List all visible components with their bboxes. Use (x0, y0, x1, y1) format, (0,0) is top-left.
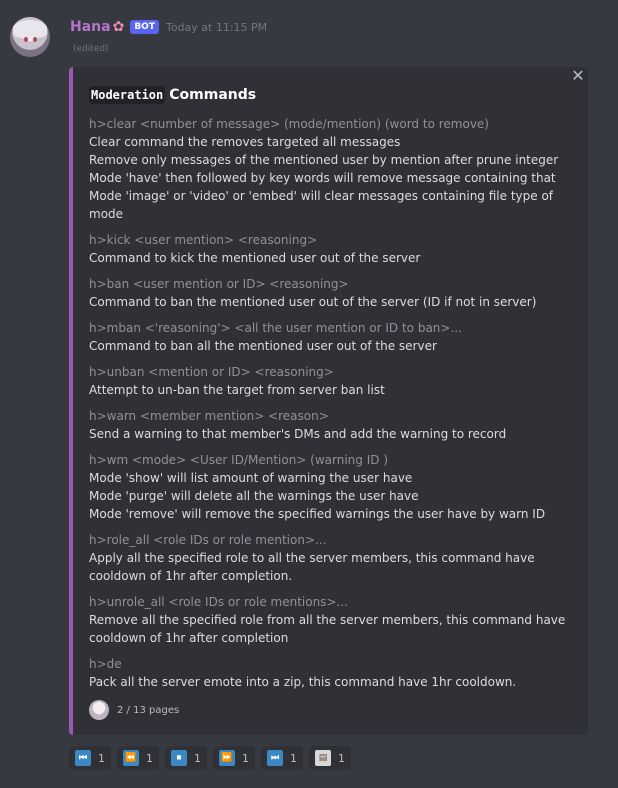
avatar-hair (13, 20, 47, 38)
field-value: Clear command the removes targeted all m… (89, 135, 559, 221)
field-value: Remove all the specified role from all t… (89, 613, 566, 645)
reaction-count: 1 (98, 751, 105, 765)
timestamp: Today at 11:15 PM (165, 20, 268, 34)
embed-title-text: Commands (169, 87, 257, 103)
field-value: Apply all the specified role to all the … (89, 551, 535, 583)
embed-title: Moderation Commands (89, 86, 257, 104)
field-name: h>role_all <role IDs or role mention>... (89, 533, 327, 547)
embed-field: h>kick <user mention> <reasoning> Command… (89, 231, 579, 267)
flower-icon: ✿ (112, 19, 125, 35)
embed-field: h>ban <user mention or ID> <reasoning> Co… (89, 275, 579, 311)
field-value: Command to ban all the mentioned user ou… (89, 339, 437, 353)
first-page-icon: ⏮ (75, 750, 91, 766)
embed-field: h>warn <member mention> <reason> Send a w… (89, 407, 579, 443)
username[interactable]: Hana (70, 19, 111, 35)
embed-field: h>de Pack all the server emote into a zip… (89, 655, 579, 691)
bot-badge: BOT (130, 20, 159, 34)
reaction-count: 1 (338, 751, 345, 765)
embed-field: h>mban <'reasoning'> <all the user menti… (89, 319, 579, 355)
clipboard-icon: ▤ (315, 750, 331, 766)
page-indicator: 2 / 13 pages (117, 704, 180, 716)
field-name: h>warn <member mention> <reason> (89, 409, 329, 423)
embed-field: h>unban <mention or ID> <reasoning> Attem… (89, 363, 579, 399)
embed-fields: h>clear <number of message> (mode/mentio… (89, 115, 579, 699)
next-page-icon: ⏩ (219, 750, 235, 766)
field-value: Command to ban the mentioned user out of… (89, 295, 537, 309)
message-header: Hana ✿ BOT Today at 11:15 PM (70, 17, 267, 37)
field-name: h>kick <user mention> <reasoning> (89, 233, 318, 247)
field-name: h>unrole_all <role IDs or role mentions>… (89, 595, 348, 609)
embed-field: h>unrole_all <role IDs or role mentions>… (89, 593, 579, 647)
close-icon[interactable]: ✕ (567, 65, 589, 87)
reaction-first-page[interactable]: ⏮ 1 (69, 746, 111, 770)
edited-label: (edited) (73, 44, 109, 54)
field-value: Pack all the server emote into a zip, th… (89, 675, 517, 689)
reaction-clipboard[interactable]: ▤ 1 (309, 746, 351, 770)
reaction-next-page[interactable]: ⏩ 1 (213, 746, 255, 770)
reaction-stop[interactable]: ⏹ 1 (165, 746, 207, 770)
reaction-count: 1 (290, 751, 297, 765)
field-name: h>ban <user mention or ID> <reasoning> (89, 277, 349, 291)
field-name: h>de (89, 657, 122, 671)
stop-icon: ⏹ (171, 750, 187, 766)
embed-field: h>clear <number of message> (mode/mentio… (89, 115, 579, 223)
field-name: h>wm <mode> <User ID/Mention> (warning I… (89, 453, 388, 467)
field-name: h>mban <'reasoning'> <all the user menti… (89, 321, 462, 335)
avatar-eye (24, 37, 28, 42)
field-value: Attempt to un-ban the target from server… (89, 383, 385, 397)
reaction-previous-page[interactable]: ⏪ 1 (117, 746, 159, 770)
field-value: Mode 'show' will list amount of warning … (89, 471, 546, 521)
embed: ✕ Moderation Commands h>clear <number of … (69, 65, 589, 735)
previous-page-icon: ⏪ (123, 750, 139, 766)
embed-field: h>wm <mode> <User ID/Mention> (warning I… (89, 451, 579, 523)
reaction-bar: ⏮ 1 ⏪ 1 ⏹ 1 ⏩ 1 ⏭ 1 ▤ 1 (69, 746, 357, 770)
embed-footer: 2 / 13 pages (89, 700, 179, 720)
field-name: h>clear <number of message> (mode/mentio… (89, 117, 489, 131)
avatar[interactable] (10, 17, 50, 57)
reaction-count: 1 (194, 751, 201, 765)
reaction-count: 1 (242, 751, 249, 765)
reaction-count: 1 (146, 751, 153, 765)
field-name: h>unban <mention or ID> <reasoning> (89, 365, 334, 379)
field-value: Command to kick the mentioned user out o… (89, 251, 421, 265)
last-page-icon: ⏭ (267, 750, 283, 766)
reaction-last-page[interactable]: ⏭ 1 (261, 746, 303, 770)
embed-title-code: Moderation (89, 86, 166, 104)
avatar-eye (33, 37, 37, 42)
embed-field: h>role_all <role IDs or role mention>...… (89, 531, 579, 585)
field-value: Send a warning to that member's DMs and … (89, 427, 507, 441)
footer-avatar-icon (89, 700, 109, 720)
